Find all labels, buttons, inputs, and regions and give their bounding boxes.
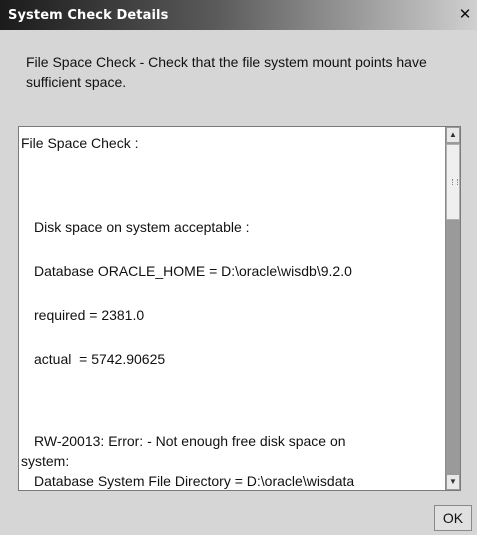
scroll-up-icon[interactable]: ▲ — [446, 127, 460, 143]
scroll-thumb[interactable] — [446, 144, 460, 220]
close-icon[interactable]: ✕ — [457, 6, 473, 24]
details-line: Database System File Directory = D:\orac… — [34, 473, 355, 489]
system-check-dialog: System Check Details ✕ File Space Check … — [0, 0, 477, 535]
details-text-panel[interactable]: File Space Check : Disk space on system … — [18, 126, 461, 491]
details-line: File Space Check : — [21, 135, 139, 151]
details-line: Disk space on system acceptable : — [34, 219, 250, 235]
check-description: File Space Check - Check that the file s… — [26, 54, 427, 90]
ok-button[interactable]: OK — [434, 505, 472, 531]
details-text-area[interactable]: File Space Check : Disk space on system … — [19, 127, 445, 490]
window-title: System Check Details — [8, 8, 169, 23]
details-line: required = 2381.0 — [34, 307, 145, 323]
scroll-down-icon[interactable]: ▼ — [446, 474, 460, 490]
vertical-scrollbar[interactable]: ▲ ▼ — [445, 127, 460, 490]
details-line: system: — [21, 453, 70, 469]
scroll-grip-icon — [452, 179, 458, 185]
title-bar[interactable]: System Check Details ✕ — [0, 0, 477, 30]
details-line: actual = 5742.90625 — [34, 351, 166, 367]
details-line: Database ORACLE_HOME = D:\oracle\wisdb\9… — [34, 263, 352, 279]
details-line: RW-20013: Error: - Not enough free disk … — [34, 433, 346, 449]
